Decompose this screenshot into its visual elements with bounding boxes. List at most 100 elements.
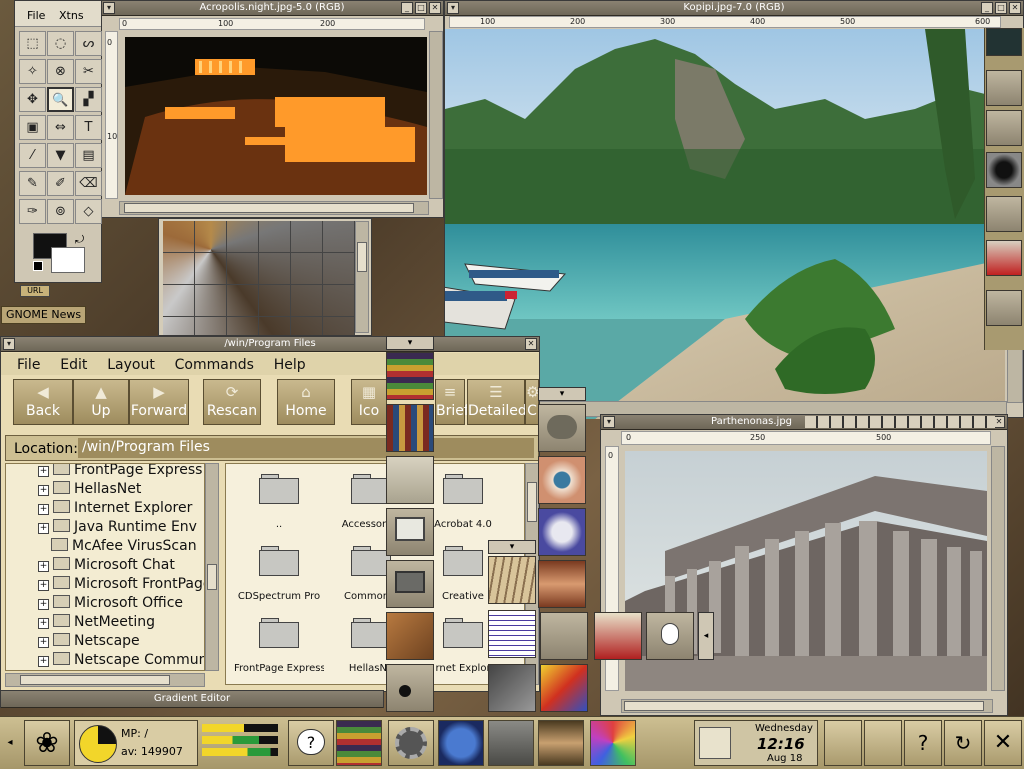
back-button[interactable]: ◀ Back <box>13 379 73 425</box>
acropolis-vertical-scrollbar[interactable] <box>429 31 443 199</box>
convolve-tool-icon[interactable]: ◇ <box>75 199 102 224</box>
folder-icon[interactable] <box>443 546 483 576</box>
paintbrush-tool-icon[interactable]: ✐ <box>47 171 74 196</box>
tree-item[interactable]: + Microsoft Office <box>38 595 183 613</box>
kopipi-close-button[interactable]: ✕ <box>1009 2 1021 14</box>
file-cabinet-button[interactable] <box>488 720 534 766</box>
kopipi-menu-button[interactable]: ▾ <box>447 2 459 14</box>
panel-hide-left-button[interactable]: ◂ <box>2 721 18 765</box>
tree-item[interactable]: + Microsoft Chat <box>38 557 175 575</box>
acropolis-close-button[interactable]: ✕ <box>429 2 441 14</box>
panel-clock[interactable]: Wednesday 12:16 Aug 18 <box>694 720 818 766</box>
toolbox-menu-xtns[interactable]: Xtns <box>59 9 84 22</box>
pen-launcher[interactable] <box>540 612 588 660</box>
drawer-4-handle[interactable]: ◂ <box>698 612 714 660</box>
gimp-launcher[interactable] <box>538 404 586 452</box>
toolbox-menu-file[interactable]: File <box>27 9 45 22</box>
expand-icon[interactable]: + <box>38 466 49 477</box>
parthenon-horizontal-scrollbar[interactable] <box>621 699 993 713</box>
parthenon-menu-button[interactable]: ▾ <box>603 416 615 428</box>
gnome-news-label[interactable]: GNOME News <box>1 306 87 324</box>
file-manager-title-bar[interactable]: /win/Program Files <box>1 337 539 352</box>
patterns-window[interactable] <box>158 218 372 336</box>
snow-launcher[interactable] <box>646 612 694 660</box>
mail-launcher[interactable] <box>986 70 1022 106</box>
kopipi-title-bar[interactable]: Kopipi.jpg-7.0 (RGB) <box>445 1 1023 16</box>
globe-browser-button[interactable] <box>438 720 484 766</box>
scissors-tool-icon[interactable]: ✂ <box>75 59 102 84</box>
tree-item[interactable]: + Netscape <box>38 633 140 651</box>
books-launcher[interactable] <box>386 404 434 452</box>
compact-disc-button[interactable] <box>590 720 636 766</box>
computer-launcher[interactable] <box>386 560 434 608</box>
lasso-tool-icon[interactable]: ᔕ <box>75 31 102 56</box>
clone-tool-icon[interactable]: ⊚ <box>47 199 74 224</box>
expand-icon[interactable]: + <box>38 618 49 629</box>
tree-horizontal-scrollbar[interactable] <box>5 673 205 687</box>
rect-select-tool-icon[interactable]: ⬚ <box>19 31 46 56</box>
bezier-select-tool-icon[interactable]: ⊗ <box>47 59 74 84</box>
tree-item[interactable]: + Netscape Communic <box>38 652 204 670</box>
panel-help-button[interactable]: ? <box>904 720 942 766</box>
documents-launcher[interactable] <box>386 456 434 504</box>
crop-tool-icon[interactable]: ▞ <box>75 87 102 112</box>
bucket-fill-tool-icon[interactable]: ▼ <box>47 143 74 168</box>
up-button[interactable]: ▲ Up <box>73 379 129 425</box>
transform-tool-icon[interactable]: ▣ <box>19 115 46 140</box>
forward-button[interactable]: ▶ Forward <box>129 379 189 425</box>
patterns-grid[interactable] <box>163 221 355 335</box>
tree-item[interactable]: + HellasNet <box>38 481 141 499</box>
drawer-3-handle[interactable]: ▾ <box>488 540 536 554</box>
tree-item[interactable]: + Microsoft FrontPage <box>38 576 204 594</box>
background-color-swatch[interactable] <box>51 247 85 273</box>
3d-launcher[interactable] <box>538 508 586 556</box>
acropolis-maximize-button[interactable]: □ <box>415 2 427 14</box>
airbrush-tool-icon[interactable]: ✑ <box>19 199 46 224</box>
icons-view-button[interactable]: ▦ Ico <box>351 379 387 425</box>
cpu-monitor-launcher[interactable] <box>986 28 1022 56</box>
folders-launcher[interactable] <box>488 556 536 604</box>
move-tool-icon[interactable]: ✥ <box>19 87 46 112</box>
folder-icon[interactable] <box>443 618 483 648</box>
expand-icon[interactable]: + <box>38 656 49 667</box>
fm-menu-layout[interactable]: Layout <box>107 357 155 373</box>
acropolis-title-bar[interactable]: Acropolis.night.jpg-5.0 (RGB) <box>101 1 443 16</box>
tree-item[interactable]: McAfee VirusScan <box>38 538 197 556</box>
rescan-button[interactable]: ⟳ Rescan <box>203 379 261 425</box>
ellipse-select-tool-icon[interactable]: ◌ <box>47 31 74 56</box>
acropolis-image-canvas[interactable] <box>125 37 427 195</box>
panel-tools-button[interactable] <box>864 720 902 766</box>
gradient-editor-window[interactable]: Gradient Editor <box>0 690 384 708</box>
custom-view-button[interactable]: ⚙ C <box>525 379 539 425</box>
location-input[interactable]: /win/Program Files <box>78 438 534 458</box>
folder-icon[interactable] <box>351 546 391 576</box>
file-manager-window[interactable]: /win/Program Files ▾ ✕ File Edit Layout … <box>0 336 540 692</box>
default-colors-icon[interactable] <box>33 261 43 271</box>
tree-item[interactable]: + Java Runtime Env <box>38 519 197 537</box>
folder-icon[interactable] <box>259 618 299 648</box>
blend-tool-icon[interactable]: ▤ <box>75 143 102 168</box>
expand-icon[interactable]: + <box>38 485 49 496</box>
parthenon-vertical-scrollbar[interactable] <box>991 446 1005 691</box>
monitor-launcher[interactable] <box>386 508 434 556</box>
panel-refresh-button[interactable]: ↻ <box>944 720 982 766</box>
speaker-launcher[interactable] <box>986 152 1022 188</box>
control-center-button[interactable] <box>388 720 434 766</box>
expand-icon[interactable]: + <box>38 599 49 610</box>
text-tool-icon[interactable]: T <box>75 115 102 140</box>
fm-menu-edit[interactable]: Edit <box>60 357 87 373</box>
flip-tool-icon[interactable]: ⇔ <box>47 115 74 140</box>
color-chart-launcher[interactable] <box>386 352 434 400</box>
mona-lisa-button[interactable] <box>538 720 584 766</box>
drawer-2-handle[interactable]: ▾ <box>538 387 586 401</box>
pencil-tool-icon[interactable]: ✎ <box>19 171 46 196</box>
fm-menu-commands[interactable]: Commands <box>175 357 254 373</box>
panel-logout-button[interactable]: ✕ <box>984 720 1022 766</box>
tree-vertical-scrollbar[interactable] <box>205 463 219 671</box>
fm-menu-file[interactable]: File <box>17 357 40 373</box>
swap-colors-icon[interactable]: ⤾ <box>75 233 84 247</box>
parthenon-image-window[interactable]: Parthenonas.jpg ▾ ✕ 0 250 500 0 <box>600 414 1008 716</box>
directory-tree[interactable]: + FrontPage Express + HellasNet + Internet Ex… <box>5 463 205 671</box>
folder-icon[interactable] <box>259 474 299 504</box>
file-icon-view[interactable]: .. Accessories Acrobat 4.0 CDSpectrum Pro Co… <box>225 463 525 685</box>
